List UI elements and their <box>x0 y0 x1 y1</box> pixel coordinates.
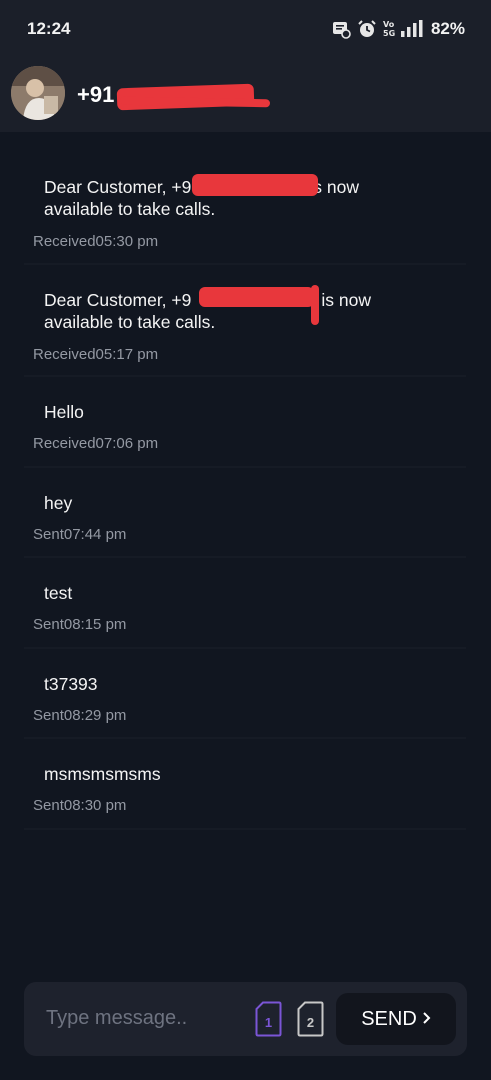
message-meta: Received05:30 pm <box>33 233 158 250</box>
message-item[interactable]: Dear Customer, +9 is now available to tak… <box>24 152 466 265</box>
message-time: 05:17 pm <box>95 346 159 363</box>
message-input[interactable] <box>46 1007 256 1030</box>
redaction-mark <box>192 174 318 196</box>
message-meta: Received05:17 pm <box>33 346 158 363</box>
message-meta: Sent08:30 pm <box>33 797 126 814</box>
alarm-icon <box>357 19 377 39</box>
chevron-right-icon <box>421 1008 431 1031</box>
message-item[interactable]: msmsmsmsms Sent08:30 pm <box>24 739 466 830</box>
sim-1-label: 1 <box>264 1015 273 1030</box>
message-meta: Received07:06 pm <box>33 435 158 452</box>
status-icons: Vo 5G 82% <box>331 18 465 40</box>
message-item[interactable]: Hello Received07:06 pm <box>24 377 466 468</box>
message-time: 07:06 pm <box>95 435 159 452</box>
sim-2-button[interactable]: 2 <box>297 1001 324 1037</box>
send-button[interactable]: SEND <box>336 993 456 1045</box>
message-composer: 1 2 SEND <box>24 982 467 1056</box>
status-bar: 12:24 Vo 5G 82% <box>0 0 491 58</box>
redaction-mark <box>199 287 314 307</box>
message-notification-icon <box>331 19 351 39</box>
message-status: Sent <box>33 707 64 724</box>
message-meta: Sent07:44 pm <box>33 526 126 543</box>
message-item[interactable]: hey Sent07:44 pm <box>24 468 466 558</box>
message-time: 05:30 pm <box>95 233 159 250</box>
message-item[interactable]: test Sent08:15 pm <box>24 558 466 649</box>
message-time: 07:44 pm <box>63 526 127 543</box>
message-text: t37393 <box>44 674 98 694</box>
battery-level: 82% <box>430 19 465 38</box>
message-meta: Sent08:15 pm <box>33 616 126 633</box>
contact-avatar[interactable] <box>11 66 65 120</box>
message-time: 08:29 pm <box>63 707 127 724</box>
message-status: Received <box>33 346 96 363</box>
message-status: Sent <box>33 526 64 543</box>
sim-2-label: 2 <box>306 1015 315 1030</box>
message-meta: Sent08:29 pm <box>33 707 126 724</box>
redaction-mark <box>311 285 319 325</box>
contact-number[interactable]: +91 <box>77 82 114 108</box>
message-time: 08:15 pm <box>63 616 127 633</box>
message-text: hey <box>44 493 73 513</box>
message-text: test <box>44 583 73 603</box>
message-status: Sent <box>33 797 64 814</box>
message-text: Hello <box>44 402 84 422</box>
message-time: 08:30 pm <box>63 797 127 814</box>
sim-1-button[interactable]: 1 <box>255 1001 282 1037</box>
conversation-header: +91 <box>0 58 491 132</box>
message-text: msmsmsmsms <box>44 764 161 784</box>
message-list: Dear Customer, +9 is now available to tak… <box>24 152 466 830</box>
sms-conversation-screen: 12:24 Vo 5G 82% +91 Dear Customer, +9 is… <box>0 0 491 1080</box>
message-status: Received <box>33 233 96 250</box>
volte-icon: Vo 5G <box>383 19 395 39</box>
message-status: Received <box>33 435 96 452</box>
message-item[interactable]: t37393 Sent08:29 pm <box>24 649 466 739</box>
svg-text:Vo: Vo <box>383 20 395 29</box>
send-label: SEND <box>361 1007 417 1030</box>
svg-text:5G: 5G <box>383 29 395 38</box>
status-time: 12:24 <box>27 19 71 38</box>
message-status: Sent <box>33 616 64 633</box>
message-item[interactable]: Dear Customer, +9 is now available to tak… <box>24 265 466 377</box>
signal-icon <box>400 20 423 38</box>
